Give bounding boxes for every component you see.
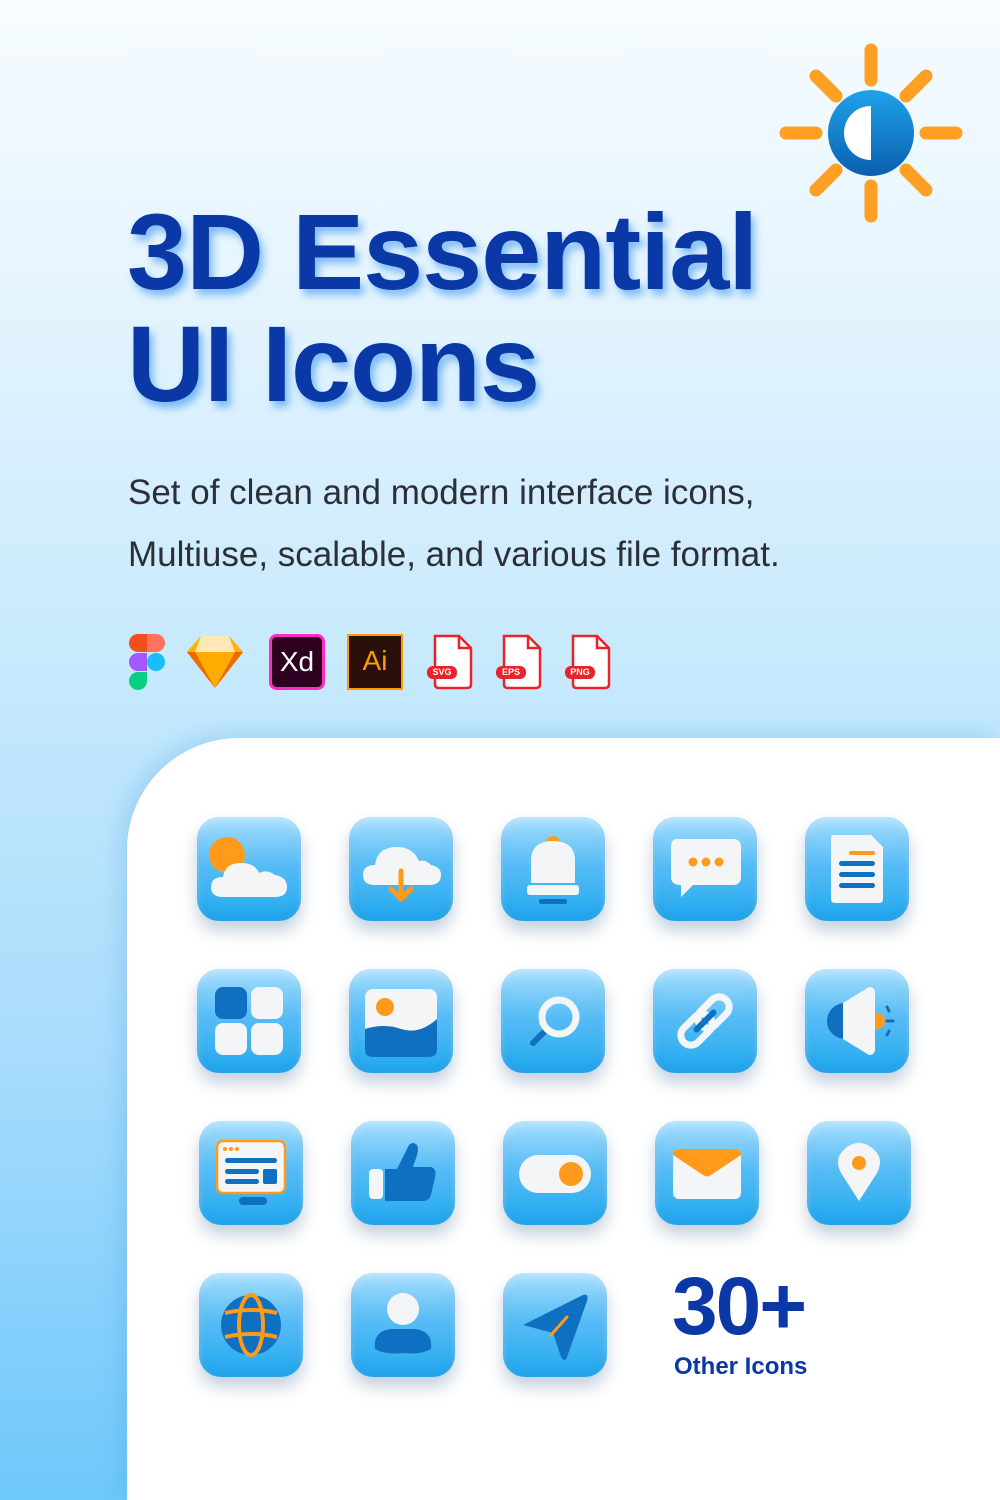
thumbs-up-icon: [351, 1121, 455, 1225]
sketch-icon: [187, 636, 243, 688]
chat-bubble-icon: [653, 817, 757, 921]
subtitle-line-2: Multiuse, scalable, and various file for…: [128, 535, 780, 574]
brightness-sun-icon: [779, 43, 963, 223]
figma-icon: [129, 634, 165, 690]
adobe-illustrator-label: Ai: [362, 645, 388, 676]
speaker-icon: [805, 969, 909, 1073]
weather-icon: [197, 817, 301, 921]
more-icons-label: Other Icons: [674, 1353, 808, 1380]
title-line-2: UI Icons: [127, 303, 540, 424]
more-icons-count: 30+: [672, 1261, 807, 1352]
monitor-icon: [199, 1121, 303, 1225]
document-icon: [805, 817, 909, 921]
eps-file-label: EPS: [501, 667, 520, 677]
user-icon: [351, 1273, 455, 1377]
apps-grid-icon: [197, 969, 301, 1073]
adobe-xd-label: Xd: [279, 646, 315, 677]
png-file-label: PNG: [570, 667, 590, 677]
svg-file-icon: [427, 634, 473, 690]
subtitle: Set of clean and modern interface icons,…: [128, 462, 780, 586]
toggle-switch-icon: [503, 1121, 607, 1225]
bell-icon: [501, 817, 605, 921]
eps-file-icon: [496, 634, 542, 690]
globe-icon: [199, 1273, 303, 1377]
search-icon: [501, 969, 605, 1073]
png-file-icon: [565, 634, 611, 690]
location-pin-icon: [807, 1121, 911, 1225]
mail-icon: [655, 1121, 759, 1225]
cloud-download-icon: [349, 817, 453, 921]
svg-file-label: SVG: [432, 667, 452, 677]
subtitle-line-1: Set of clean and modern interface icons,: [128, 473, 755, 512]
page-title: 3D Essential UI Icons: [127, 191, 758, 424]
image-icon: [349, 969, 453, 1073]
title-line-1: 3D Essential: [127, 191, 758, 312]
send-icon: [503, 1273, 607, 1377]
link-icon: [653, 969, 757, 1073]
